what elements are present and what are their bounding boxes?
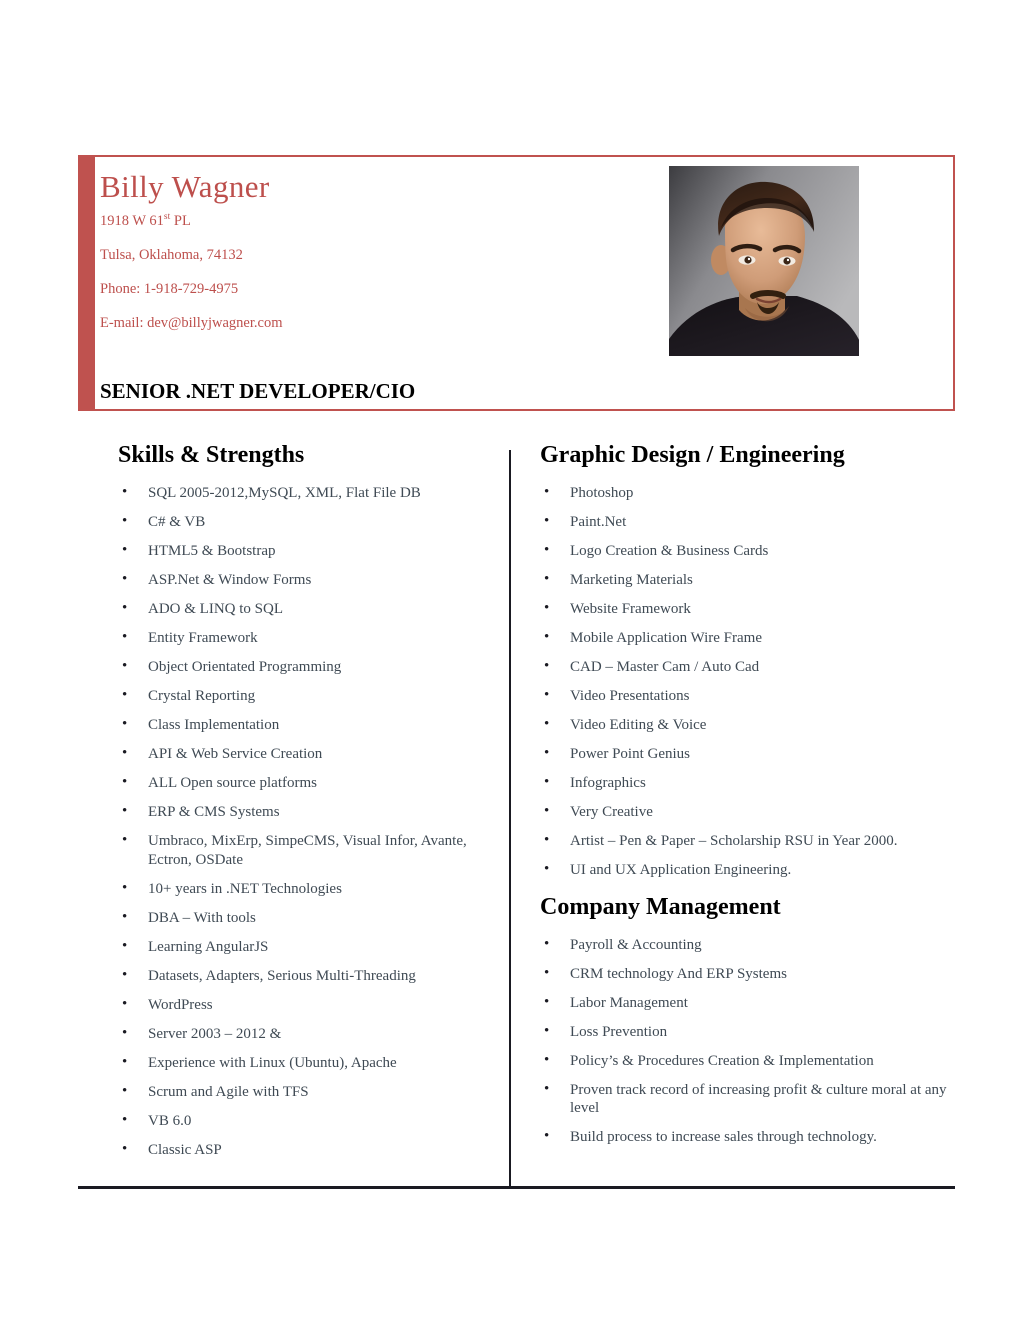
list-item: Paint.Net xyxy=(540,512,950,532)
list-item: Scrum and Agile with TFS xyxy=(118,1082,498,1102)
company-management-heading: Company Management xyxy=(540,893,781,920)
person-name: Billy Wagner xyxy=(100,169,270,204)
list-item: UI and UX Application Engineering. xyxy=(540,860,950,880)
list-item: SQL 2005-2012,MySQL, XML, Flat File DB xyxy=(118,483,498,503)
list-item: Very Creative xyxy=(540,802,950,822)
list-item: Marketing Materials xyxy=(540,570,950,590)
list-item: C# & VB xyxy=(118,512,498,532)
contact-block: 1918 W 61st PL Tulsa, Oklahoma, 74132 Ph… xyxy=(100,212,660,349)
portrait-photo-image xyxy=(669,166,859,356)
header-accent-bar xyxy=(80,157,95,409)
list-item: ALL Open source platforms xyxy=(118,773,498,793)
list-item: Loss Prevention xyxy=(540,1022,950,1042)
graphic-design-heading: Graphic Design / Engineering xyxy=(540,442,845,468)
list-item: Artist – Pen & Paper – Scholarship RSU i… xyxy=(540,831,950,851)
email-line: E-mail: dev@billyjwagner.com xyxy=(100,315,283,331)
list-item: Learning AngularJS xyxy=(118,937,498,957)
two-column-body: Skills & Strengths SQL 2005-2012,MySQL, … xyxy=(78,440,955,1188)
list-item: Build process to increase sales through … xyxy=(540,1127,950,1147)
left-column: Skills & Strengths SQL 2005-2012,MySQL, … xyxy=(118,440,498,1170)
list-item: Classic ASP xyxy=(118,1140,498,1160)
address-street: 1918 W 61 xyxy=(100,213,164,229)
portrait-photo xyxy=(669,166,859,356)
phone-line: Phone: 1-918-729-4975 xyxy=(100,281,239,297)
list-item: Payroll & Accounting xyxy=(540,935,950,955)
list-item: WordPress xyxy=(118,995,498,1015)
list-item: Server 2003 – 2012 & xyxy=(118,1024,498,1044)
list-item: CRM technology And ERP Systems xyxy=(540,964,950,984)
graphic-design-list: Photoshop Paint.Net Logo Creation & Busi… xyxy=(540,483,950,880)
list-item: Entity Framework xyxy=(118,628,498,648)
job-title: SENIOR .NET DEVELOPER/CIO xyxy=(100,379,416,403)
list-item: Power Point Genius xyxy=(540,744,950,764)
bottom-rule xyxy=(78,1186,955,1189)
list-item: Umbraco, MixErp, SimpeCMS, Visual Infor,… xyxy=(118,831,498,869)
list-item: Datasets, Adapters, Serious Multi-Thread… xyxy=(118,966,498,986)
list-item: Proven track record of increasing profit… xyxy=(540,1080,950,1118)
skills-strengths-list: SQL 2005-2012,MySQL, XML, Flat File DB C… xyxy=(118,483,498,1160)
list-item: Policy’s & Procedures Creation & Impleme… xyxy=(540,1051,950,1071)
list-item: DBA – With tools xyxy=(118,908,498,928)
list-item: Mobile Application Wire Frame xyxy=(540,628,950,648)
list-item: Labor Management xyxy=(540,993,950,1013)
list-item: Video Presentations xyxy=(540,686,950,706)
list-item: Website Framework xyxy=(540,599,950,619)
list-item: Object Orientated Programming xyxy=(118,657,498,677)
left-column-heading: Skills & Strengths xyxy=(118,442,305,468)
list-item: CAD – Master Cam / Auto Cad xyxy=(540,657,950,677)
list-item: Crystal Reporting xyxy=(118,686,498,706)
list-item: Experience with Linux (Ubuntu), Apache xyxy=(118,1053,498,1073)
list-item: API & Web Service Creation xyxy=(118,744,498,764)
address-street-type: PL xyxy=(170,213,191,229)
list-item: Photoshop xyxy=(540,483,950,503)
list-item: Logo Creation & Business Cards xyxy=(540,541,950,561)
list-item: Class Implementation xyxy=(118,715,498,735)
list-item: 10+ years in .NET Technologies xyxy=(118,879,498,899)
list-item: VB 6.0 xyxy=(118,1111,498,1131)
address-line-1: 1918 W 61st PL xyxy=(100,212,660,230)
list-item: HTML5 & Bootstrap xyxy=(118,541,498,561)
list-item: ADO & LINQ to SQL xyxy=(118,599,498,619)
column-divider xyxy=(509,450,511,1188)
right-column: Graphic Design / Engineering Photoshop P… xyxy=(540,440,950,1157)
list-item: ERP & CMS Systems xyxy=(118,802,498,822)
resume-page: Billy Wagner 1918 W 61st PL Tulsa, Oklah… xyxy=(0,0,1020,1320)
company-management-list: Payroll & Accounting CRM technology And … xyxy=(540,935,950,1147)
list-item: ASP.Net & Window Forms xyxy=(118,570,498,590)
address-line-2: Tulsa, Oklahoma, 74132 xyxy=(100,247,243,263)
list-item: Infographics xyxy=(540,773,950,793)
list-item: Video Editing & Voice xyxy=(540,715,950,735)
